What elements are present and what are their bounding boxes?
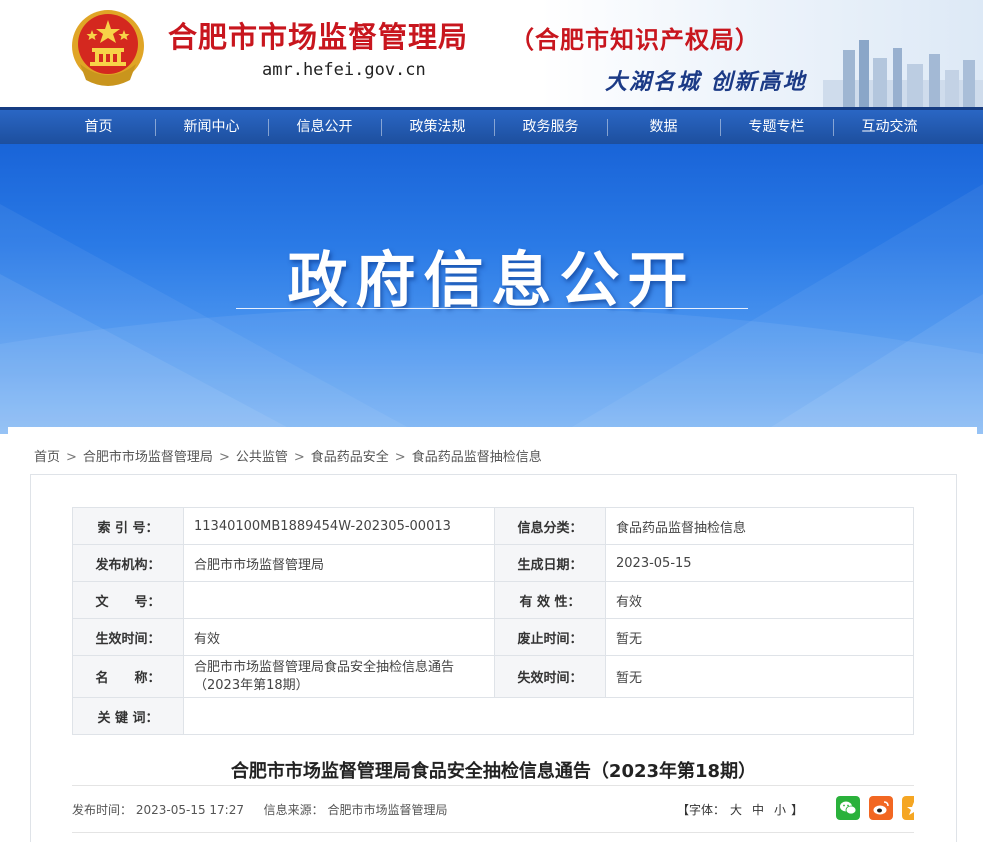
abolish-label: 废止时间：: [494, 618, 606, 656]
weibo-icon: [873, 801, 889, 815]
publisher-label: 发布机构：: [72, 544, 184, 582]
name-value: 合肥市市场监督管理局食品安全抽检信息通告（2023年第18期）: [183, 655, 495, 698]
banner: 政府信息公开: [0, 144, 983, 434]
metadata-table: 索 引 号： 11340100MB1889454W-202305-00013 信…: [72, 507, 914, 735]
keywords-value: [183, 697, 914, 735]
table-row: 名 称： 合肥市市场监督管理局食品安全抽检信息通告（2023年第18期） 失效时…: [72, 655, 914, 698]
city-skyline-image: [823, 40, 983, 107]
qzone-share-button[interactable]: [902, 796, 914, 820]
content-panel: 首页 > 合肥市市场监督管理局 > 公共监管 > 食品药品安全 > 食品药品监督抽检信息 索 引…: [8, 427, 977, 842]
doc-no-label: 文 号：: [72, 581, 184, 619]
table-row: 索 引 号： 11340100MB1889454W-202305-00013 信…: [72, 507, 914, 545]
breadcrumb-home[interactable]: 首页: [34, 450, 60, 465]
nav-item-topics[interactable]: 专题专栏: [720, 110, 833, 144]
keywords-label: 关 键 词：: [72, 697, 184, 735]
table-row: 发布机构： 合肥市市场监督管理局 生成日期： 2023-05-15: [72, 544, 914, 582]
site-title: 合肥市市场监督管理局: [168, 20, 469, 54]
font-large-button[interactable]: 大: [730, 803, 742, 817]
font-small-button[interactable]: 小: [774, 803, 786, 817]
font-size-label: 【字体：: [677, 803, 726, 817]
nav-item-home[interactable]: 首页: [42, 110, 155, 144]
effective-value: 有效: [183, 618, 495, 656]
publish-meta: 发布时间： 2023-05-15 17:27 信息来源： 合肥市市场监督管理局: [72, 801, 448, 818]
nav-item-news[interactable]: 新闻中心: [155, 110, 268, 144]
abolish-value: 暂无: [605, 618, 914, 656]
breadcrumb-bureau[interactable]: 合肥市市场监督管理局: [83, 450, 213, 465]
site-domain: amr.hefei.gov.cn: [262, 60, 426, 80]
category-label: 信息分类：: [494, 507, 606, 545]
nav-item-data[interactable]: 数据: [607, 110, 720, 144]
site-slogan: 大湖名城 创新高地: [605, 70, 807, 95]
publish-time-label: 发布时间：: [72, 803, 133, 817]
effective-label: 生效时间：: [72, 618, 184, 656]
index-label: 索 引 号：: [72, 507, 184, 545]
doc-no-value: [183, 581, 495, 619]
expire-label: 失效时间：: [494, 655, 606, 698]
banner-title: 政府信息公开: [287, 246, 696, 316]
breadcrumb: 首页 > 合肥市市场监督管理局 > 公共监管 > 食品药品安全 > 食品药品监督抽检信息: [34, 446, 542, 465]
index-value: 11340100MB1889454W-202305-00013: [183, 507, 495, 545]
nav-item-policy[interactable]: 政策法规: [381, 110, 494, 144]
article-box: 索 引 号： 11340100MB1889454W-202305-00013 信…: [30, 474, 957, 842]
name-label: 名 称：: [72, 655, 184, 698]
nav-item-info-disclosure[interactable]: 信息公开: [268, 110, 381, 144]
publish-info-bar: 发布时间： 2023-05-15 17:27 信息来源： 合肥市市场监督管理局 …: [72, 785, 914, 833]
gen-date-value: 2023-05-15: [605, 544, 914, 582]
article-title: 合肥市市场监督管理局食品安全抽检信息通告（2023年第18期）: [230, 761, 757, 782]
banner-underline: [236, 308, 748, 309]
font-size-control: 【字体： 大中小】: [677, 801, 803, 818]
nav-item-services[interactable]: 政务服务: [494, 110, 607, 144]
source-label: 信息来源：: [263, 803, 324, 817]
breadcrumb-inspection-info[interactable]: 食品药品监督抽检信息: [412, 450, 542, 465]
table-row: 关 键 词：: [72, 697, 914, 735]
gen-date-label: 生成日期：: [494, 544, 606, 582]
national-emblem-icon: [72, 10, 144, 86]
breadcrumb-separator: >: [394, 450, 406, 465]
breadcrumb-public-supervision[interactable]: 公共监管: [236, 450, 288, 465]
category-value: 食品药品监督抽检信息: [605, 507, 914, 545]
table-row: 生效时间： 有效 废止时间： 暂无: [72, 618, 914, 656]
wechat-icon: [840, 801, 857, 815]
validity-value: 有效: [605, 581, 914, 619]
source-value: 合肥市市场监督管理局: [327, 803, 448, 817]
site-header: 合肥市市场监督管理局 （合肥市知识产权局） amr.hefei.gov.cn 大…: [0, 0, 983, 107]
breadcrumb-separator: >: [293, 450, 305, 465]
weibo-share-button[interactable]: [869, 796, 893, 820]
expire-value: 暂无: [605, 655, 914, 698]
breadcrumb-separator: >: [66, 450, 77, 465]
breadcrumb-separator: >: [218, 450, 230, 465]
site-subtitle: （合肥市知识产权局）: [510, 26, 760, 54]
font-medium-button[interactable]: 中: [752, 803, 764, 817]
qzone-icon: [907, 802, 914, 815]
breadcrumb-food-drug-safety[interactable]: 食品药品安全: [311, 450, 389, 465]
nav-item-interaction[interactable]: 互动交流: [833, 110, 946, 144]
main-nav: 首页 新闻中心 信息公开 政策法规 政务服务 数据 专题专栏 互动交流: [0, 107, 983, 144]
validity-label: 有 效 性：: [494, 581, 606, 619]
wechat-share-button[interactable]: [836, 796, 860, 820]
font-size-close: 】: [791, 803, 804, 817]
publish-time: 2023-05-15 17:27: [135, 803, 244, 817]
publisher-value: 合肥市市场监督管理局: [183, 544, 495, 582]
table-row: 文 号： 有 效 性： 有效: [72, 581, 914, 619]
